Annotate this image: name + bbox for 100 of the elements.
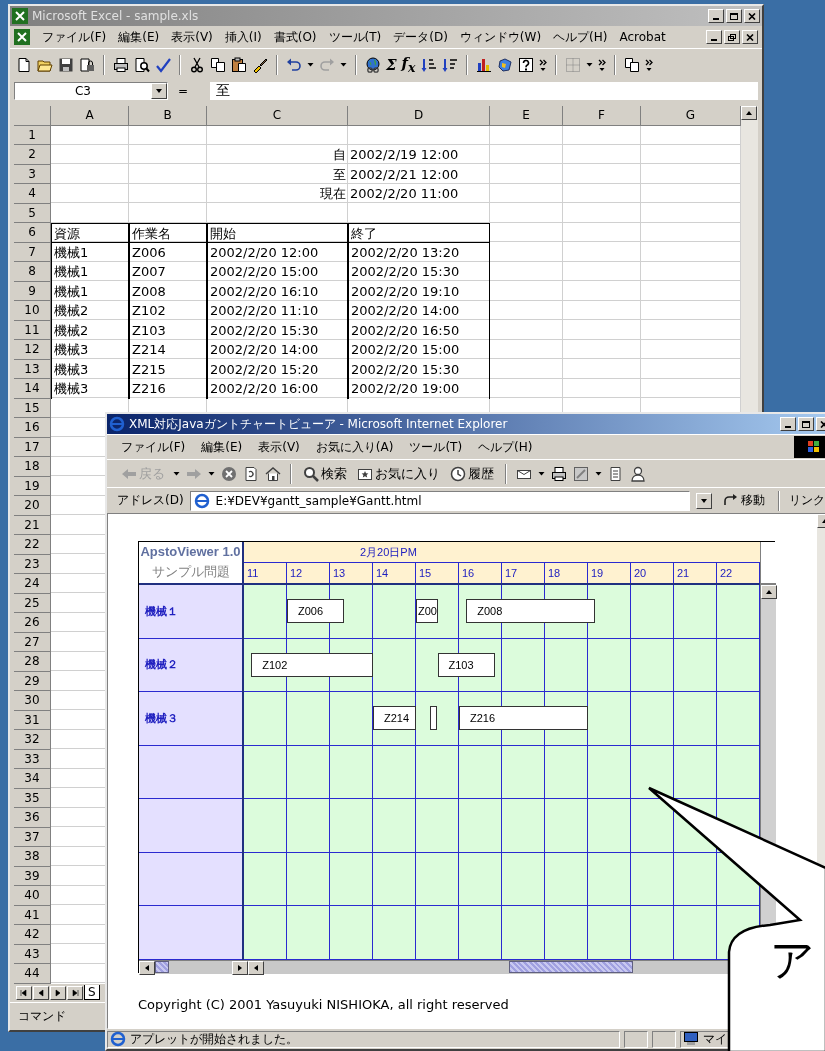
edit-icon[interactable]: [573, 465, 589, 482]
undo-arrow-icon[interactable]: [286, 56, 302, 73]
menu-item[interactable]: ヘルプ(H): [553, 28, 608, 46]
formula-field[interactable]: 至: [210, 82, 758, 100]
row-header[interactable]: 30: [14, 691, 51, 711]
sheet-tab[interactable]: S: [84, 985, 100, 1000]
row-header[interactable]: 24: [14, 574, 51, 594]
task-bar[interactable]: [430, 706, 438, 731]
row-header[interactable]: 18: [14, 457, 51, 477]
menu-item[interactable]: 編集(E): [118, 28, 160, 46]
column-header[interactable]: E: [490, 106, 563, 126]
document-icon[interactable]: [608, 465, 624, 482]
close-button[interactable]: [744, 9, 760, 23]
refresh-icon[interactable]: [243, 465, 259, 482]
search-button[interactable]: 検索: [301, 464, 349, 483]
menu-item[interactable]: 表示(V): [171, 28, 213, 46]
row-header[interactable]: 28: [14, 652, 51, 672]
spreadsheet-icon[interactable]: [14, 29, 30, 45]
row-header[interactable]: 36: [14, 808, 51, 828]
minimize-button[interactable]: [708, 9, 724, 23]
row-header[interactable]: 44: [14, 964, 51, 984]
scissors-icon[interactable]: [189, 56, 205, 73]
menu-item[interactable]: ファイル(F): [121, 438, 186, 456]
menu-item[interactable]: お気に入り(A): [315, 438, 394, 456]
row-header[interactable]: 38: [14, 847, 51, 867]
check-mark-icon[interactable]: [155, 56, 171, 73]
scroll-up-button[interactable]: [761, 585, 777, 599]
row-header[interactable]: 26: [14, 613, 51, 633]
scroll-right-button[interactable]: [232, 961, 248, 975]
copy-icon[interactable]: [623, 56, 640, 73]
paste-icon[interactable]: [231, 56, 247, 73]
minimize-button[interactable]: [706, 30, 722, 44]
menu-item[interactable]: Acrobat: [619, 30, 666, 44]
printer-icon[interactable]: [551, 465, 567, 482]
row-header[interactable]: 16: [14, 418, 51, 438]
save-icon[interactable]: [58, 56, 74, 73]
next-sheet-button[interactable]: [50, 985, 66, 1000]
last-sheet-button[interactable]: [67, 985, 83, 1000]
column-header[interactable]: G: [641, 106, 741, 126]
sort-descending-icon[interactable]: [441, 56, 458, 73]
menu-item[interactable]: 挿入(I): [224, 28, 262, 46]
column-header[interactable]: F: [563, 106, 641, 126]
menu-item[interactable]: 表示(V): [258, 438, 300, 456]
dropdown-button[interactable]: [695, 492, 712, 509]
scrollbar-thumb[interactable]: [155, 961, 169, 973]
row-header[interactable]: 42: [14, 925, 51, 945]
close-button[interactable]: [742, 30, 758, 44]
row-header[interactable]: 2: [14, 145, 51, 165]
task-bar[interactable]: Z102: [251, 652, 373, 677]
row-header[interactable]: 20: [14, 496, 51, 516]
menu-item[interactable]: ヘルプ(H): [478, 438, 533, 456]
menu-item[interactable]: データ(D): [393, 28, 448, 46]
task-bar[interactable]: Z008: [466, 599, 596, 623]
new-file-icon[interactable]: [16, 56, 32, 73]
stop-icon[interactable]: [221, 465, 237, 482]
row-header[interactable]: 14: [14, 379, 51, 399]
print-preview-icon[interactable]: [134, 56, 150, 73]
maximize-button[interactable]: [798, 417, 814, 431]
task-bar[interactable]: Z103: [437, 652, 495, 677]
globe-icon[interactable]: [365, 56, 381, 73]
address-field[interactable]: E:¥DEV¥gantt_sample¥Gantt.html: [189, 490, 690, 511]
history-button[interactable]: 履歴: [448, 464, 496, 483]
row-header[interactable]: 34: [14, 769, 51, 789]
restore-button[interactable]: [724, 30, 740, 44]
row-header[interactable]: 12: [14, 340, 51, 360]
links-label[interactable]: リンク: [788, 492, 825, 509]
menu-item[interactable]: ウィンドウ(W): [459, 28, 542, 46]
row-header[interactable]: 8: [14, 262, 51, 282]
help-icon[interactable]: [517, 56, 534, 73]
menu-item[interactable]: ファイル(F): [42, 28, 107, 46]
task-bar[interactable]: Z216: [459, 706, 588, 731]
task-bar[interactable]: Z006: [287, 599, 345, 623]
minimize-button[interactable]: [780, 417, 796, 431]
menu-item[interactable]: ツール(T): [409, 438, 463, 456]
scroll-up-button[interactable]: [741, 106, 757, 120]
previous-sheet-button[interactable]: [33, 985, 49, 1000]
row-header[interactable]: 22: [14, 535, 51, 555]
row-header[interactable]: 10: [14, 301, 51, 321]
task-bar[interactable]: Z214: [373, 706, 416, 731]
row-header[interactable]: 32: [14, 730, 51, 750]
column-header[interactable]: C: [207, 106, 348, 126]
map-icon[interactable]: [496, 56, 513, 73]
first-sheet-button[interactable]: [16, 985, 32, 1000]
copy-icon[interactable]: [210, 56, 226, 73]
scroll-left-button[interactable]: [248, 961, 264, 975]
printer-icon[interactable]: [113, 56, 129, 73]
bar-chart-icon[interactable]: [475, 56, 492, 73]
column-header[interactable]: B: [129, 106, 207, 126]
menu-item[interactable]: ツール(T): [328, 28, 382, 46]
menu-item[interactable]: 書式(O): [273, 28, 317, 46]
person-icon[interactable]: [630, 465, 646, 482]
maximize-button[interactable]: [726, 9, 742, 23]
scrollbar-thumb[interactable]: [509, 961, 633, 973]
sort-ascending-icon[interactable]: [420, 56, 437, 73]
row-header[interactable]: 40: [14, 886, 51, 906]
scroll-left-button[interactable]: [139, 961, 155, 975]
toolbar-symbol[interactable]: Σ: [386, 55, 397, 74]
row-header[interactable]: 6: [14, 223, 51, 243]
column-header[interactable]: A: [51, 106, 129, 126]
brush-icon[interactable]: [252, 56, 268, 73]
